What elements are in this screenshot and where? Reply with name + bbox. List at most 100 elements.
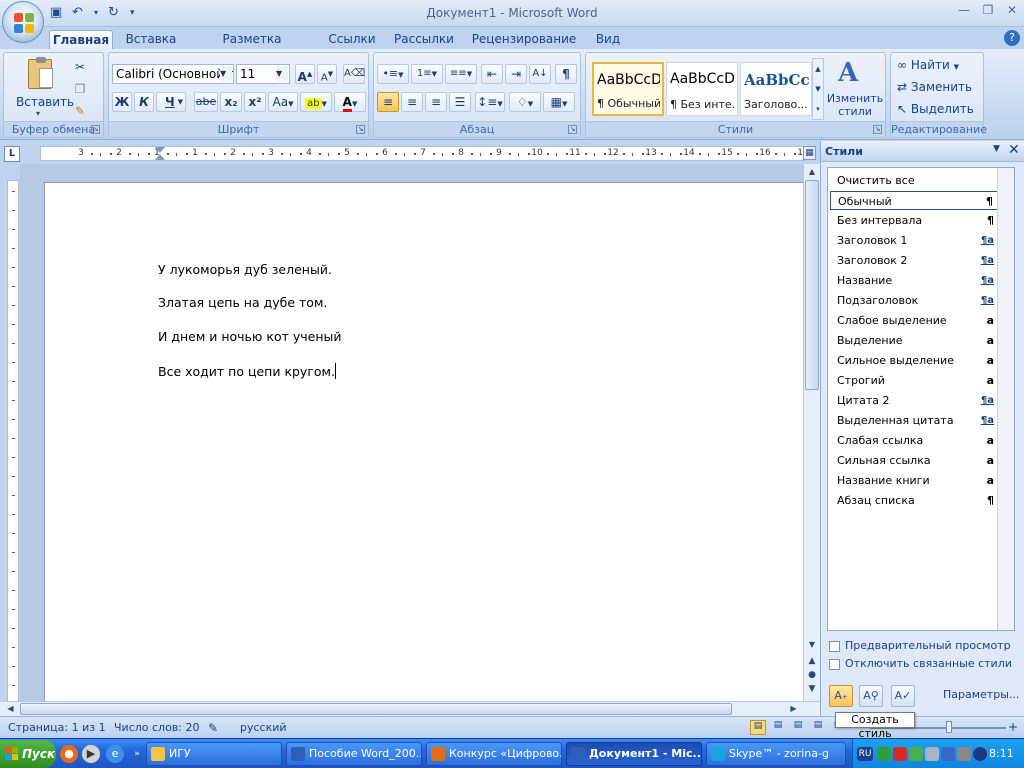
help-icon[interactable]: ?	[1004, 30, 1020, 46]
strikethrough-button[interactable]: abe	[194, 92, 218, 112]
office-button[interactable]	[2, 1, 44, 43]
align-right-icon[interactable]: ≡	[425, 92, 447, 112]
tab-review[interactable]: Рецензирование	[470, 30, 578, 49]
cut-icon[interactable]: ✂	[70, 57, 90, 77]
paragraph-launcher-icon[interactable]: ↘	[568, 125, 577, 134]
scroll-right-icon[interactable]: ▶	[786, 702, 801, 716]
hscroll-thumb[interactable]	[20, 703, 732, 715]
font-size-combo[interactable]: 11 ▼	[236, 64, 290, 84]
hanging-indent-marker[interactable]	[155, 154, 165, 160]
language[interactable]: русский	[240, 721, 287, 734]
style-list-item[interactable]: Слабое выделение a	[830, 311, 998, 330]
style-list-item[interactable]: Цитата 2 ¶a	[830, 391, 998, 410]
zoom-thumb[interactable]	[946, 721, 952, 733]
copy-icon[interactable]: ❐	[70, 79, 90, 99]
ie-icon[interactable]: e	[106, 745, 124, 763]
shading-button[interactable]: ♢▼	[509, 92, 541, 112]
paragraph[interactable]: Златая цепь на дубе том.	[158, 295, 327, 310]
tray-misc-icon[interactable]	[973, 747, 987, 761]
font-name-combo[interactable]: Calibri (Основной те ▼	[112, 64, 234, 84]
styles-launcher-icon[interactable]: ↘	[873, 125, 882, 134]
style-list-item[interactable]: Обычный ¶	[830, 191, 998, 210]
decrease-indent-icon[interactable]: ⇤	[481, 64, 503, 84]
minimize-icon[interactable]: —	[954, 2, 974, 18]
word-count[interactable]: Число слов: 20	[114, 721, 200, 734]
justify-icon[interactable]: ☰	[449, 92, 471, 112]
font-color-button[interactable]: A▼	[334, 92, 366, 112]
taskbar-button[interactable]: Документ1 - Mic...	[566, 742, 702, 766]
paragraph[interactable]: Все ходит по цепи кругом.	[158, 363, 336, 379]
scroll-left-icon[interactable]: ◀	[3, 702, 18, 716]
style-list-item[interactable]: Слабая ссылка a	[830, 431, 998, 450]
media-player-icon[interactable]: ▶	[82, 745, 100, 763]
tab-home[interactable]: Главная	[49, 30, 113, 49]
volume-icon[interactable]	[941, 747, 955, 761]
change-case-button[interactable]: Aa▼	[268, 92, 298, 112]
style-list-item[interactable]: Заголовок 1 ¶a	[830, 231, 998, 250]
vertical-scrollbar[interactable]: ▲ ▼ ▲ ● ▼	[803, 164, 820, 701]
page-count[interactable]: Страница: 1 из 1	[8, 721, 106, 734]
replace-button[interactable]: ⇄ Заменить	[897, 80, 972, 94]
clipboard-launcher-icon[interactable]: ↘	[91, 125, 100, 134]
underline-button[interactable]: Ч ▼	[156, 92, 186, 112]
format-painter-icon[interactable]: ✎	[70, 101, 90, 121]
close-icon[interactable]: ✕	[1008, 142, 1020, 158]
style-list-item[interactable]: Заголовок 2 ¶a	[830, 251, 998, 270]
highlight-button[interactable]: ab ▼	[300, 92, 332, 112]
security-icon[interactable]	[909, 747, 923, 761]
style-gallery-no-spacing[interactable]: AaBbCcDc ¶ Без инте...	[666, 62, 738, 116]
tab-view[interactable]: Вид	[588, 30, 628, 49]
line-spacing-button[interactable]: ↕≡▼	[475, 92, 505, 112]
style-list-item[interactable]: Абзац списка ¶	[830, 491, 998, 510]
find-button[interactable]: ∞ Найти ▼	[897, 58, 959, 72]
manage-styles-icon[interactable]: A✓	[891, 685, 915, 707]
network-icon[interactable]	[925, 747, 939, 761]
style-list-item[interactable]: Сильная ссылка a	[830, 451, 998, 470]
tab-page-layout[interactable]: Разметка страницы	[192, 30, 312, 65]
zoom-in-icon[interactable]: +	[1008, 720, 1018, 734]
next-page-icon[interactable]: ▼	[805, 682, 819, 696]
tab-references[interactable]: Ссылки	[324, 30, 380, 49]
clear-formatting-icon[interactable]: A⌫	[343, 64, 365, 84]
style-list-item[interactable]: Без интервала ¶	[830, 211, 998, 230]
subscript-button[interactable]: x₂	[220, 92, 242, 112]
new-style-icon[interactable]: A₊	[829, 685, 853, 707]
style-list-item[interactable]: Сильное выделение a	[830, 351, 998, 370]
scroll-down-icon[interactable]: ▼	[805, 638, 819, 652]
style-list-item[interactable]: Очистить все	[830, 171, 998, 190]
multilevel-list-button[interactable]: ≡≡▼	[445, 64, 477, 84]
start-button[interactable]: Пуск	[0, 740, 56, 768]
superscript-button[interactable]: x²	[244, 92, 266, 112]
sort-icon[interactable]: A↓	[529, 64, 551, 84]
bold-button[interactable]: Ж	[112, 92, 132, 112]
align-center-icon[interactable]: ≡	[401, 92, 423, 112]
print-layout-icon[interactable]: ▤	[750, 720, 766, 735]
borders-button[interactable]: ▦▼	[543, 92, 575, 112]
language-indicator[interactable]: RU	[857, 747, 873, 761]
style-list-item[interactable]: Строгий a	[830, 371, 998, 390]
style-list-item[interactable]: Выделенная цитата ¶a	[830, 411, 998, 430]
disable-linked-checkbox[interactable]	[829, 659, 840, 670]
style-list-item[interactable]: Название ¶a	[830, 271, 998, 290]
outline-icon[interactable]: ▤	[810, 720, 826, 735]
tab-mailings[interactable]: Рассылки	[392, 30, 456, 49]
pane-menu-icon[interactable]: ▼	[993, 144, 1000, 154]
tab-insert[interactable]: Вставка	[120, 30, 182, 49]
change-styles-button[interactable]: A Изменить стили	[826, 56, 883, 118]
italic-button[interactable]: К	[134, 92, 154, 112]
style-gallery-heading-1[interactable]: AaBbCc Заголово...	[740, 62, 812, 116]
style-inspector-icon[interactable]: A⚲	[859, 685, 883, 707]
shrink-font-button[interactable]: A▼	[317, 64, 337, 84]
font-launcher-icon[interactable]: ↘	[356, 125, 365, 134]
web-layout-icon[interactable]: ▤	[790, 720, 806, 735]
taskbar-button[interactable]: ИГУ	[146, 742, 282, 766]
style-gallery-normal[interactable]: AaBbCcDc ¶ Обычный	[592, 62, 664, 116]
align-left-icon[interactable]: ≡	[377, 92, 399, 112]
quick-launch-expand-icon[interactable]: »	[128, 745, 146, 763]
restore-icon[interactable]: ❐	[978, 2, 998, 18]
document-page[interactable]: У лукоморья дуб зеленый. Златая цепь на …	[44, 182, 803, 701]
grow-font-button[interactable]: A▲	[295, 64, 315, 84]
style-list-item[interactable]: Подзаголовок ¶a	[830, 291, 998, 310]
close-icon[interactable]: ✕	[1002, 2, 1022, 18]
taskbar-button[interactable]: Пособие Word_200...	[286, 742, 422, 766]
